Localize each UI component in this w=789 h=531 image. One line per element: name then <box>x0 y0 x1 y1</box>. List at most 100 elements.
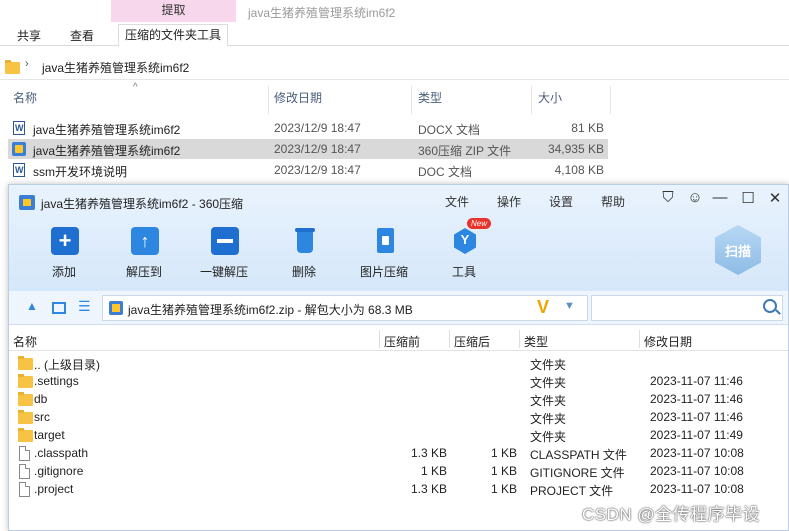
address-path[interactable]: java生猪养殖管理系统im6f2 <box>42 59 189 76</box>
delete-icon <box>291 227 319 255</box>
file-modified: 2023/12/9 18:47 <box>274 121 361 135</box>
up-folder-icon[interactable] <box>26 299 40 314</box>
entry-type: 文件夹 <box>530 358 567 372</box>
column-header-size[interactable]: 大小 <box>538 86 562 114</box>
menu-settings[interactable]: 设置 <box>549 193 573 210</box>
explorer-window-title: java生猪养殖管理系统im6f2 <box>248 6 396 20</box>
archive-row[interactable]: .classpath 1.3 KB 1 KB CLASSPATH 文件 2023… <box>9 445 788 463</box>
file-size: 4,108 KB <box>554 163 604 177</box>
folder-icon <box>18 356 33 370</box>
file-row[interactable]: java生猪养殖管理系统im6f2 2023/12/9 18:47 DOCX 文… <box>8 118 608 138</box>
column-header-modified[interactable]: 修改日期 <box>274 86 322 114</box>
archive-path: java生猪养殖管理系统im6f2.zip - 解包大小为 68.3 MB <box>128 303 413 317</box>
entry-type: 文件夹 <box>530 412 567 426</box>
zip-nav-bar: java生猪养殖管理系统im6f2.zip - 解包大小为 68.3 MB V … <box>9 291 788 325</box>
column-divider[interactable] <box>531 86 532 114</box>
entry-size-after: 1 KB <box>490 482 517 496</box>
archive-row[interactable]: .settings 文件夹 2023-11-07 11:46 <box>9 373 788 391</box>
file-row[interactable]: ssm开发环境说明 2023/12/9 18:47 DOC 文档 4,108 K… <box>8 160 608 180</box>
new-badge: New <box>467 218 492 229</box>
file-type: 360压缩 ZIP 文件 <box>418 144 512 158</box>
zip-window: java生猪养殖管理系统im6f2 - 360压缩 文件 操作 设置 帮助 ⛉ … <box>8 184 789 531</box>
zip-icon <box>12 142 26 156</box>
file-size: 81 KB <box>571 121 604 135</box>
scan-button[interactable]: 扫描 <box>715 225 761 275</box>
maximize-icon[interactable]: ☐ <box>738 189 758 207</box>
add-label: 添加 <box>51 265 76 279</box>
entry-modified: 2023-11-07 10:08 <box>650 464 744 478</box>
entry-size-after: 1 KB <box>490 446 517 460</box>
minimize-icon[interactable]: — <box>710 189 730 206</box>
search-icon[interactable] <box>763 299 777 313</box>
file-row-selected[interactable]: java生猪养殖管理系统im6f2 2023/12/9 18:47 360压缩 … <box>8 139 608 159</box>
file-type: DOC 文档 <box>418 165 473 179</box>
archive-path-box[interactable]: java生猪养殖管理系统im6f2.zip - 解包大小为 68.3 MB V … <box>102 295 588 321</box>
column-divider[interactable] <box>519 330 520 348</box>
menu-operation[interactable]: 操作 <box>497 193 521 210</box>
image-compress-button[interactable]: 图片压缩 <box>349 225 419 281</box>
tab-view[interactable]: 查看 <box>70 27 94 44</box>
tools-button[interactable]: 工具 <box>429 225 499 281</box>
menu-file[interactable]: 文件 <box>445 193 469 210</box>
extract-to-label: 解压到 <box>125 265 162 279</box>
thumbnail-view-icon[interactable] <box>52 302 66 314</box>
close-icon[interactable]: ✕ <box>765 189 785 207</box>
entry-size-before: 1.3 KB <box>410 482 447 496</box>
zip-window-title: java生猪养殖管理系统im6f2 - 360压缩 <box>41 197 244 211</box>
image-compress-icon <box>371 227 399 255</box>
archive-row[interactable]: .project 1.3 KB 1 KB PROJECT 文件 2023-11-… <box>9 481 788 499</box>
entry-type: PROJECT 文件 <box>530 484 614 498</box>
column-header-before[interactable]: 压缩前 <box>384 333 420 350</box>
list-view-icon[interactable] <box>78 298 92 315</box>
extract-context-tab[interactable]: 提取 <box>111 0 236 22</box>
entry-type: 文件夹 <box>530 394 567 408</box>
archive-row[interactable]: .. (上级目录) 文件夹 <box>9 355 788 373</box>
column-header-after[interactable]: 压缩后 <box>454 333 490 350</box>
entry-name: .gitignore <box>34 464 84 478</box>
one-click-extract-button[interactable]: 一键解压 <box>189 225 259 281</box>
chevron-right-icon[interactable]: › <box>25 58 29 70</box>
entry-type: 文件夹 <box>530 376 567 390</box>
folder-icon <box>5 60 20 74</box>
extract-to-button[interactable]: 解压到 <box>109 225 179 281</box>
explorer-ribbon-tabs: 共享 查看 压缩的文件夹工具 <box>0 24 789 47</box>
entry-name: .classpath <box>34 446 89 460</box>
archive-row[interactable]: .gitignore 1 KB 1 KB GITIGNORE 文件 2023-1… <box>9 463 788 481</box>
column-header-name[interactable]: 名称 <box>13 333 37 350</box>
file-type: DOCX 文档 <box>418 123 481 137</box>
column-header-modified[interactable]: 修改日期 <box>644 333 692 350</box>
one-click-extract-icon <box>211 227 239 255</box>
archive-row[interactable]: src 文件夹 2023-11-07 11:46 <box>9 409 788 427</box>
delete-label: 删除 <box>291 265 316 279</box>
tab-share[interactable]: 共享 <box>17 27 41 44</box>
column-divider[interactable] <box>268 86 269 114</box>
column-divider[interactable] <box>610 86 611 114</box>
entry-name: target <box>34 428 65 442</box>
folder-icon <box>18 392 33 406</box>
word-doc-icon <box>13 163 25 177</box>
entry-type: CLASSPATH 文件 <box>530 448 627 462</box>
tab-compressed-folder-tools[interactable]: 压缩的文件夹工具 <box>118 24 229 47</box>
search-input[interactable] <box>591 295 783 321</box>
shirt-icon[interactable]: ⛉ <box>658 189 678 206</box>
v-logo-icon[interactable]: V <box>537 297 549 318</box>
menu-help[interactable]: 帮助 <box>601 193 625 210</box>
column-divider[interactable] <box>449 330 450 348</box>
delete-button[interactable]: 删除 <box>269 225 339 281</box>
column-header-type[interactable]: 类型 <box>524 333 548 350</box>
column-divider[interactable] <box>639 330 640 348</box>
column-header-type[interactable]: 类型 <box>418 86 442 114</box>
archive-list-header: 名称 压缩前 压缩后 类型 修改日期 <box>9 327 788 351</box>
word-doc-icon <box>13 121 25 135</box>
column-divider[interactable] <box>379 330 380 348</box>
entry-modified: 2023-11-07 10:08 <box>650 482 744 496</box>
column-divider[interactable] <box>411 86 412 114</box>
chevron-down-icon[interactable]: ▼ <box>564 300 575 312</box>
folder-icon <box>18 428 33 442</box>
archive-row[interactable]: db 文件夹 2023-11-07 11:46 <box>9 391 788 409</box>
column-header-name[interactable]: 名称 <box>13 86 37 114</box>
archive-row[interactable]: target 文件夹 2023-11-07 11:49 <box>9 427 788 445</box>
file-name: java生猪养殖管理系统im6f2 <box>33 123 181 137</box>
add-button[interactable]: 添加 <box>29 225 99 281</box>
feedback-icon[interactable]: ☺ <box>685 189 705 206</box>
